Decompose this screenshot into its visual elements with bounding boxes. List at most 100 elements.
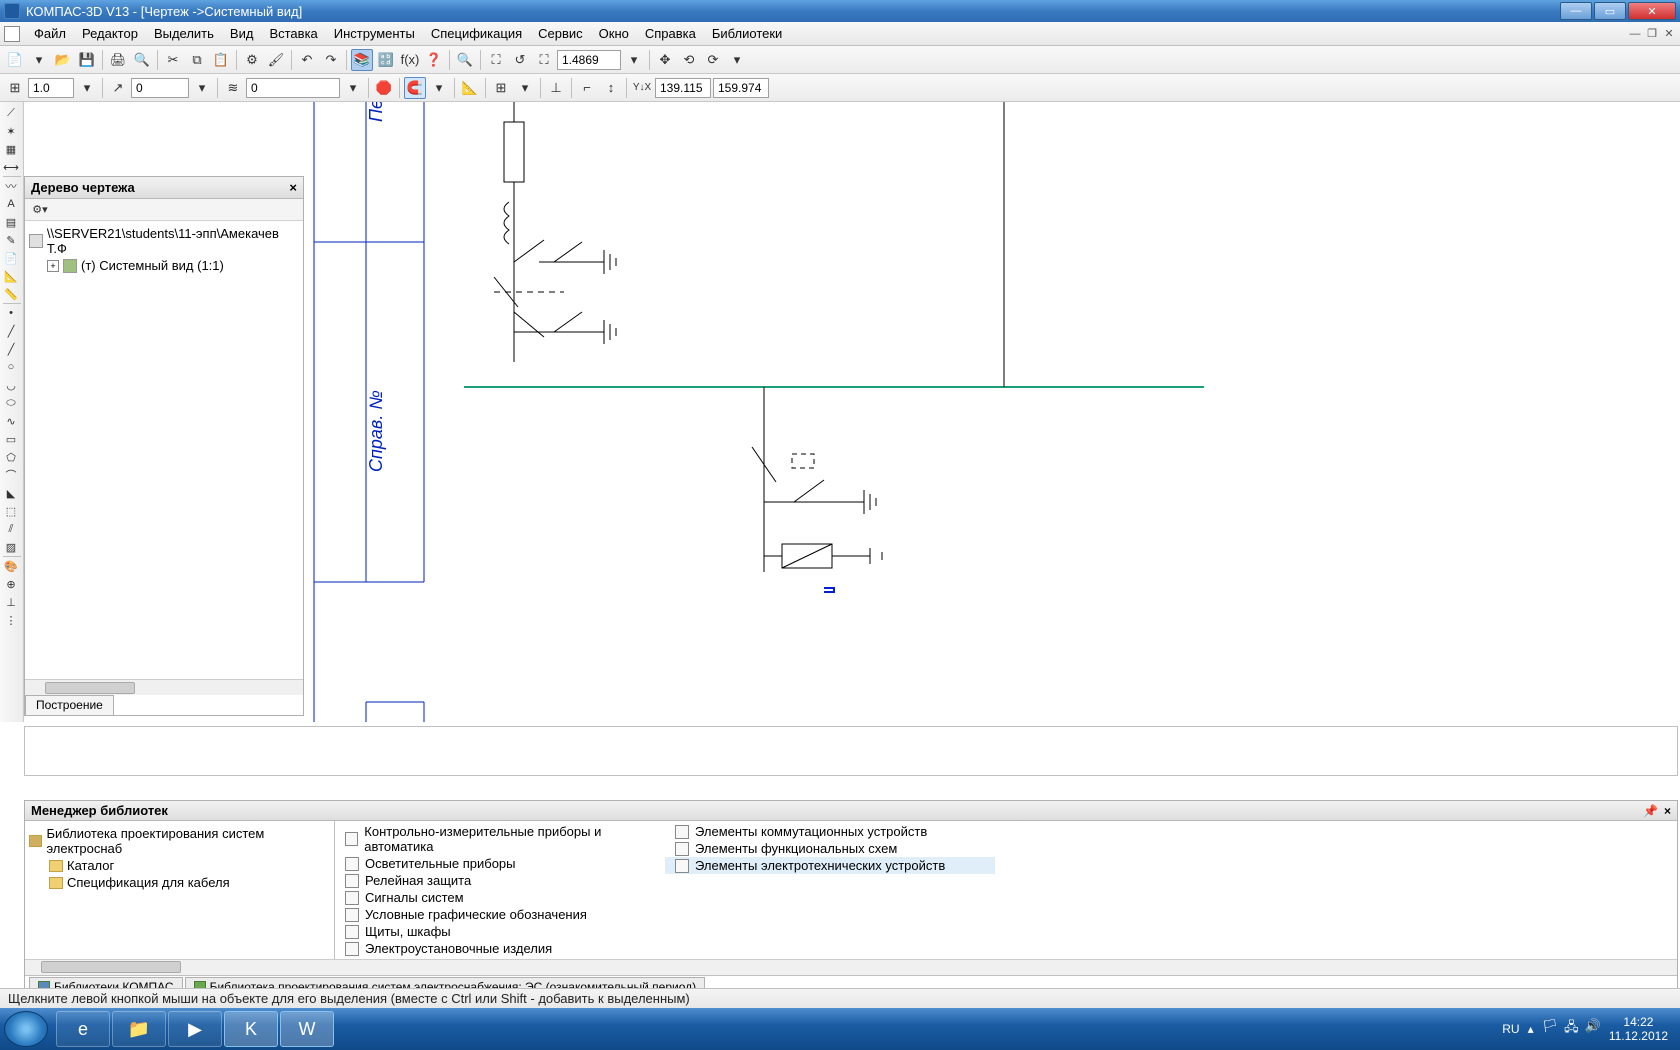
fx-button[interactable]: f(x) xyxy=(399,49,421,71)
fillet-tool-icon[interactable]: ⌒ xyxy=(1,466,21,484)
task-media[interactable]: ▶ xyxy=(168,1011,222,1047)
doc-icon[interactable]: 📄 xyxy=(1,249,21,267)
paste-button[interactable]: 📋 xyxy=(210,49,232,71)
edit-icon[interactable]: ✎ xyxy=(1,231,21,249)
line-tool-icon[interactable]: ╱ xyxy=(1,322,21,340)
lib-tree-root[interactable]: Библиотека проектирования систем электро… xyxy=(29,825,330,857)
menu-file[interactable]: Файл xyxy=(26,24,74,43)
tree-child[interactable]: + (т) Системный вид (1:1) xyxy=(47,257,299,274)
redo-button[interactable]: ↷ xyxy=(320,49,342,71)
help-button[interactable]: ❓ xyxy=(423,49,445,71)
tree-bottom-tab[interactable]: Построение xyxy=(25,695,114,715)
lib-item[interactable]: Элементы коммутационных устройств xyxy=(665,823,995,840)
layer-dropdown[interactable]: ▾ xyxy=(342,77,364,99)
dropdown-button[interactable]: ▾ xyxy=(726,49,748,71)
menu-libs[interactable]: Библиотеки xyxy=(704,24,790,43)
zoom-area-button[interactable]: ⛶ xyxy=(485,49,507,71)
lib-tree-item[interactable]: Каталог xyxy=(49,857,330,874)
geom-dim-icon[interactable]: ⟷ xyxy=(1,158,21,176)
menu-insert[interactable]: Вставка xyxy=(261,24,325,43)
open-button[interactable]: 📂 xyxy=(52,49,74,71)
lib-item[interactable]: Щиты, шкафы xyxy=(335,923,665,940)
tree-close-icon[interactable]: × xyxy=(289,180,297,195)
arc-tool-icon[interactable]: ◡ xyxy=(1,376,21,394)
equidistant-icon[interactable]: ⫽ xyxy=(1,520,21,538)
zoom-in-button[interactable]: 🔍 xyxy=(454,49,476,71)
polygon-tool-icon[interactable]: ⬠ xyxy=(1,448,21,466)
rotate-button[interactable]: ⟲ xyxy=(678,49,700,71)
stop-button[interactable]: 🛑 xyxy=(373,77,395,99)
geom-point-icon[interactable]: ✶ xyxy=(1,122,21,140)
command-area[interactable] xyxy=(24,726,1678,776)
menu-tools[interactable]: Инструменты xyxy=(326,24,423,43)
geom-line-icon[interactable]: ⟋ xyxy=(1,104,21,122)
tree-hscroll[interactable] xyxy=(25,679,303,695)
menu-view[interactable]: Вид xyxy=(222,24,262,43)
save-button[interactable]: 💾 xyxy=(76,49,98,71)
measure-icon[interactable]: 📏 xyxy=(1,285,21,303)
mdi-close[interactable]: ✕ xyxy=(1662,27,1676,41)
zoom-combo[interactable] xyxy=(557,50,621,70)
pan-button[interactable]: ✥ xyxy=(654,49,676,71)
tray-volume-icon[interactable]: 🔊 xyxy=(1585,1018,1601,1040)
geom-hatch-icon[interactable]: ▦ xyxy=(1,140,21,158)
ellipse-tool-icon[interactable]: ⬭ xyxy=(1,394,21,412)
tree-root[interactable]: \\SERVER21\students\11-эпп\Амекачев Т.Ф xyxy=(29,225,299,257)
lib-item[interactable]: Сигналы систем xyxy=(335,889,665,906)
tray-up-icon[interactable]: ▴ xyxy=(1528,1022,1534,1036)
coord-x-input[interactable] xyxy=(655,78,711,98)
menu-spec[interactable]: Спецификация xyxy=(423,24,530,43)
lib-close-icon[interactable]: × xyxy=(1664,804,1671,818)
chamfer-tool-icon[interactable]: ◣ xyxy=(1,484,21,502)
maximize-button[interactable]: ▭ xyxy=(1594,2,1626,20)
hatch-tool-icon[interactable]: ▨ xyxy=(1,538,21,556)
preview-button[interactable]: 🔍 xyxy=(131,49,153,71)
layer-button[interactable]: ≋ xyxy=(222,77,244,99)
minimize-button[interactable]: — xyxy=(1560,2,1592,20)
menu-help[interactable]: Справка xyxy=(637,24,704,43)
new-button[interactable]: 📄 xyxy=(4,49,26,71)
lib-item[interactable]: Условные графические обозначения xyxy=(335,906,665,923)
table-icon[interactable]: ▤ xyxy=(1,213,21,231)
refresh-button[interactable]: ⟳ xyxy=(702,49,724,71)
layer-combo[interactable] xyxy=(246,78,340,98)
close-button[interactable]: ✕ xyxy=(1628,2,1676,20)
ortho-button[interactable]: ⊥ xyxy=(545,77,567,99)
geom-curve-icon[interactable]: 〰 xyxy=(1,177,21,195)
ortho-tool-icon[interactable]: ⊥ xyxy=(1,593,21,611)
round-button[interactable]: ⌐ xyxy=(576,77,598,99)
lib-tree-item[interactable]: Спецификация для кабеля xyxy=(49,874,330,891)
aux-line-icon[interactable]: ╱ xyxy=(1,340,21,358)
menu-select[interactable]: Выделить xyxy=(146,24,222,43)
new-dropdown[interactable]: ▾ xyxy=(28,49,50,71)
menu-editor[interactable]: Редактор xyxy=(74,24,146,43)
tray-clock[interactable]: 14:22 11.12.2012 xyxy=(1609,1015,1668,1044)
task-explorer[interactable]: 📁 xyxy=(112,1011,166,1047)
lib-item[interactable]: Элементы функциональных схем xyxy=(665,840,995,857)
style-dropdown[interactable]: ▾ xyxy=(191,77,213,99)
copy-props-button[interactable]: 🖌 xyxy=(265,49,287,71)
step-combo[interactable] xyxy=(28,78,74,98)
start-button[interactable] xyxy=(4,1011,48,1047)
tray-flag-icon[interactable]: 🏳 xyxy=(1542,1018,1559,1040)
snap-button[interactable]: 🧲 xyxy=(404,77,426,99)
lib-hscroll[interactable] xyxy=(25,959,1677,975)
step-dropdown[interactable]: ▾ xyxy=(76,77,98,99)
lib-item[interactable]: Электроустановочные изделия xyxy=(335,940,665,957)
coord-y-input[interactable] xyxy=(713,78,769,98)
style-button[interactable]: ↗ xyxy=(107,77,129,99)
grid-dropdown[interactable]: ▾ xyxy=(514,77,536,99)
lib-item[interactable]: Осветительные приборы xyxy=(335,855,665,872)
point-tool-icon[interactable]: • xyxy=(1,304,21,322)
circle-tool-icon[interactable]: ○ xyxy=(1,358,21,376)
copy-button[interactable]: ⧉ xyxy=(186,49,208,71)
menu-service[interactable]: Сервис xyxy=(530,24,591,43)
fill-tool-icon[interactable]: 🎨 xyxy=(1,557,21,575)
rect-tool-icon[interactable]: ▭ xyxy=(1,430,21,448)
grid-button[interactable]: ⊞ xyxy=(490,77,512,99)
zoom-dropdown[interactable]: ▾ xyxy=(623,49,645,71)
menu-window[interactable]: Окно xyxy=(591,24,637,43)
tray-lang[interactable]: RU xyxy=(1502,1022,1519,1036)
expand-icon[interactable]: + xyxy=(47,260,59,272)
canvas[interactable]: Пер Справ. № xyxy=(304,102,1678,722)
